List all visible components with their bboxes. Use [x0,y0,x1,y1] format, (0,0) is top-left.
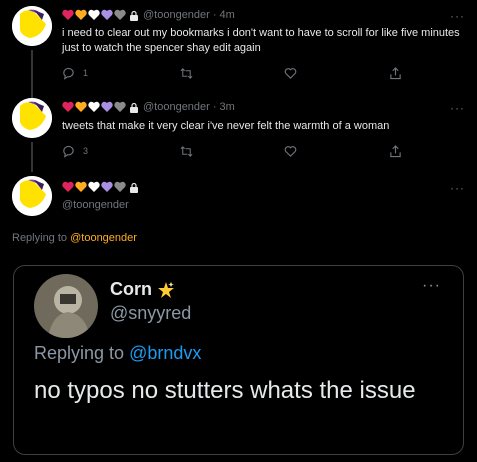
thread-line [31,142,33,172]
quoted-author-name[interactable]: Corn [110,279,176,300]
timestamp[interactable]: 3m [220,101,235,113]
avatar[interactable] [12,176,52,216]
more-options-button[interactable]: ··· [450,102,465,114]
share-button[interactable] [389,144,402,158]
separator-dot: · [212,9,217,21]
author-handle[interactable]: @toongender [143,101,210,113]
reply-button[interactable]: 3 [62,145,88,158]
white-heart-icon [88,101,100,112]
quoted-replying-mention[interactable]: @brndvx [129,343,201,363]
gray-heart-icon [114,9,126,20]
tweet-actions: 3 [62,144,402,158]
reply-button[interactable]: 1 [62,67,88,80]
share-button[interactable] [389,66,402,80]
heart-emojis [62,181,139,193]
orange-heart-icon [75,101,87,112]
red-heart-icon [62,9,74,20]
reply-icon [63,145,74,158]
purple-heart-icon [101,181,113,192]
like-button[interactable] [284,145,297,158]
lock-icon [130,10,138,21]
orange-heart-icon [75,9,87,20]
separator-dot: · [212,101,217,113]
timestamp[interactable]: 4m [220,9,235,21]
lock-icon [130,102,138,113]
gray-heart-icon [114,181,126,192]
like-icon [285,67,297,79]
tweet-header: @toongender · 4m [62,8,235,22]
lock-icon [130,182,138,193]
orange-heart-icon [75,181,87,192]
heart-emojis [62,9,139,21]
quoted-replying-to: Replying to @brndvx [34,343,201,364]
reply-icon [63,67,74,80]
quoted-replying-label: Replying to [34,343,125,363]
like-icon [285,145,297,157]
quoted-tweet-text: no typos no stutters whats the issue [34,377,416,404]
quoted-name-text: Corn [110,279,152,299]
tweet-header [62,180,139,194]
quoted-more-options-button[interactable]: ··· [422,278,441,294]
purple-heart-icon [101,101,113,112]
replying-to: Replying to @toongender [12,232,137,244]
red-heart-icon [62,181,74,192]
tweet-actions: 1 [62,66,402,80]
reply-count: 3 [83,146,89,156]
retweet-icon [180,67,193,79]
like-button[interactable] [284,67,297,80]
avatar[interactable] [12,6,52,46]
retweet-button[interactable] [180,145,193,158]
author-handle[interactable]: @toongender [143,9,210,21]
white-heart-icon [88,181,100,192]
quoted-avatar[interactable] [34,274,98,338]
retweet-button[interactable] [180,67,193,80]
more-options-button[interactable]: ··· [450,10,465,22]
more-options-button[interactable]: ··· [450,182,465,194]
star-emoji-icon [158,281,174,298]
quoted-tweet-card[interactable]: Corn @snyyred ··· Replying to @brndvx no… [13,265,464,455]
share-icon [390,66,401,79]
quoted-author-handle[interactable]: @snyyred [110,303,191,324]
tweet-2[interactable]: @toongender · 3m ··· tweets that make it… [0,92,477,172]
reply-count: 1 [83,68,89,78]
replying-to-mention[interactable]: @toongender [70,232,137,244]
thread-line [31,50,33,98]
gray-heart-icon [114,101,126,112]
replying-to-label: Replying to [12,232,68,244]
red-heart-icon [62,101,74,112]
tweet-1[interactable]: @toongender · 4m ··· i need to clear out… [0,0,477,98]
white-heart-icon [88,9,100,20]
purple-heart-icon [101,9,113,20]
tweet-header: @toongender · 3m [62,100,235,114]
tweet-text: i need to clear out my bookmarks i don't… [62,27,460,54]
tweet-text: tweets that make it very clear i've neve… [62,120,390,132]
author-handle[interactable]: @toongender [62,199,129,211]
heart-emojis [62,101,139,113]
avatar[interactable] [12,98,52,138]
retweet-icon [180,145,193,157]
share-icon [390,144,401,157]
